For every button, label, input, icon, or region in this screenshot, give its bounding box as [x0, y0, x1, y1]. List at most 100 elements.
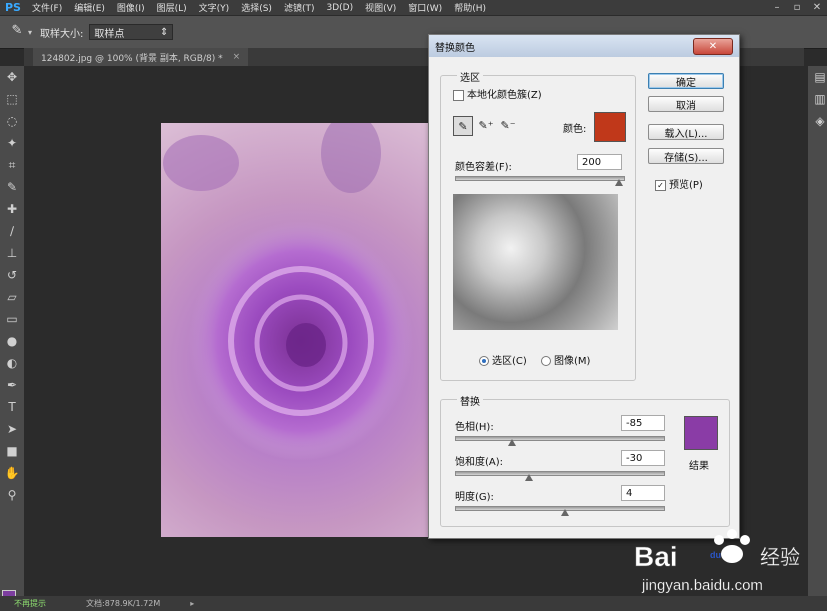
replace-color-dialog: 替换颜色 ✕ 选区 本地化颜色簇(Z) ✎ ✎⁺ ✎⁻ 颜色: 颜色容差(F):… — [428, 34, 740, 539]
type-tool-icon[interactable]: T — [0, 396, 24, 418]
hue-slider-track[interactable] — [455, 436, 665, 441]
selected-color-swatch[interactable] — [594, 112, 626, 142]
hue-input[interactable]: -85 — [621, 415, 665, 431]
selection-group: 选区 本地化颜色簇(Z) ✎ ✎⁺ ✎⁻ 颜色: 颜色容差(F): 200 选区… — [440, 69, 636, 381]
healing-brush-icon[interactable]: ✚ — [0, 198, 24, 220]
radio-selection-label: 选区(C) — [492, 356, 527, 367]
hand-tool-icon[interactable]: ✋ — [0, 462, 24, 484]
dodge-tool-icon[interactable]: ◐ — [0, 352, 24, 374]
maximize-icon[interactable]: ▫ — [787, 0, 807, 15]
layers-panel-icon[interactable]: ◈ — [808, 110, 827, 132]
brush-tool-icon[interactable]: ∕ — [0, 220, 24, 242]
marquee-tool-icon[interactable]: ⬚ — [0, 88, 24, 110]
radio-image-label: 图像(M) — [554, 356, 591, 367]
fuzziness-slider-thumb[interactable] — [615, 179, 623, 186]
watermark-graphic: du Bai 经验 jingyan.baidu.com — [634, 529, 800, 594]
minimize-icon[interactable]: – — [767, 0, 787, 15]
lightness-slider-track[interactable] — [455, 506, 665, 511]
eyedropper-subtract-icon[interactable]: ✎⁻ — [499, 116, 517, 134]
properties-panel-icon[interactable]: ▥ — [808, 88, 827, 110]
saturation-slider-track[interactable] — [455, 471, 665, 476]
cancel-button[interactable]: 取消 — [648, 96, 724, 112]
eraser-tool-icon[interactable]: ▱ — [0, 286, 24, 308]
saturation-slider-thumb[interactable] — [525, 474, 533, 481]
preview-check-box[interactable]: ✓ — [655, 179, 666, 191]
menu-image[interactable]: 图像(I) — [111, 1, 151, 14]
localized-clusters-checkbox[interactable]: 本地化颜色簇(Z) — [453, 86, 542, 101]
lightness-input[interactable]: 4 — [621, 485, 665, 501]
saturation-input[interactable]: -30 — [621, 450, 665, 466]
pen-tool-icon[interactable]: ✒ — [0, 374, 24, 396]
sample-size-label: 取样大小: — [40, 28, 84, 40]
zoom-tool-icon[interactable]: ⚲ — [0, 484, 24, 506]
status-menu-arrow-icon[interactable]: ▸ — [190, 599, 194, 608]
load-button[interactable]: 载入(L)... — [648, 124, 724, 140]
move-tool-icon[interactable]: ✥ — [0, 66, 24, 88]
chevron-down-icon: ⇕ — [160, 26, 169, 38]
history-panel-icon[interactable]: ▤ — [808, 66, 827, 88]
sample-size-select[interactable]: 取样点 ⇕ — [89, 24, 174, 40]
menu-file[interactable]: 文件(F) — [26, 1, 68, 14]
status-left-text: 不再提示 — [14, 599, 46, 608]
fuzziness-value: 200 — [582, 156, 602, 168]
eyedropper-sample-icon[interactable]: ✎ — [453, 116, 473, 136]
selection-preview — [453, 194, 618, 330]
lightness-slider-thumb[interactable] — [561, 509, 569, 516]
blur-tool-icon[interactable]: ● — [0, 330, 24, 352]
lightness-label: 明度(G): — [455, 492, 494, 503]
panel-dock: ▤ ▥ ◈ — [808, 66, 827, 596]
menu-window[interactable]: 窗口(W) — [402, 1, 448, 14]
hue-slider-thumb[interactable] — [508, 439, 516, 446]
radio-selection[interactable]: 选区(C) — [479, 352, 527, 367]
menu-type[interactable]: 文字(Y) — [193, 1, 236, 14]
history-brush-icon[interactable]: ↺ — [0, 264, 24, 286]
crop-tool-icon[interactable]: ⌗ — [0, 154, 24, 176]
menu-help[interactable]: 帮助(H) — [448, 1, 492, 14]
radio-image[interactable]: 图像(M) — [541, 352, 590, 367]
document-tab-title: 124802.jpg @ 100% (背景 副本, RGB/8) * — [41, 53, 223, 64]
menu-3d[interactable]: 3D(D) — [320, 3, 359, 13]
menu-select[interactable]: 选择(S) — [235, 1, 278, 14]
menu-view[interactable]: 视图(V) — [359, 1, 402, 14]
tool-preset-chevron-icon[interactable]: ▾ — [28, 28, 32, 37]
eyedropper-icon[interactable]: ✎ — [0, 176, 24, 198]
gradient-tool-icon[interactable]: ▭ — [0, 308, 24, 330]
lasso-tool-icon[interactable]: ◌ — [0, 110, 24, 132]
tools-panel: ✥ ⬚ ◌ ✦ ⌗ ✎ ✚ ∕ ⊥ ↺ ▱ ▭ ● ◐ ✒ T ➤ ■ ✋ ⚲ — [0, 66, 24, 611]
preview-checkbox[interactable]: ✓ 预览(P) — [655, 176, 703, 191]
color-label: 颜色: — [563, 124, 587, 135]
ok-button[interactable]: 确定 — [648, 73, 724, 89]
baidu-jingyan-watermark: du Bai 经验 jingyan.baidu.com — [632, 520, 822, 600]
localized-clusters-label: 本地化颜色簇(Z) — [467, 90, 542, 101]
eyedropper-tool-icon[interactable]: ✎ — [8, 23, 26, 41]
document-canvas[interactable] — [161, 123, 429, 537]
saturation-label: 饱和度(A): — [455, 457, 504, 468]
dialog-close-button[interactable]: ✕ — [693, 38, 733, 55]
menu-layer[interactable]: 图层(L) — [151, 1, 193, 14]
radio-image-dot[interactable] — [541, 356, 551, 366]
sample-size-value: 取样点 — [94, 28, 125, 40]
fuzziness-input[interactable]: 200 — [577, 154, 622, 170]
result-color-swatch[interactable] — [684, 416, 718, 450]
path-select-icon[interactable]: ➤ — [0, 418, 24, 440]
watermark-url: jingyan.baidu.com — [641, 577, 763, 594]
close-tab-icon[interactable]: × — [233, 52, 241, 62]
document-info: 文档:878.9K/1.72M — [86, 599, 161, 608]
hue-value: -85 — [626, 417, 643, 429]
app-logo: PS — [5, 1, 21, 14]
menu-edit[interactable]: 编辑(E) — [68, 1, 111, 14]
eyedropper-add-icon[interactable]: ✎⁺ — [477, 116, 495, 134]
shape-tool-icon[interactable]: ■ — [0, 440, 24, 462]
localized-clusters-check-box[interactable] — [453, 89, 464, 101]
close-window-icon[interactable]: ✕ — [807, 0, 827, 15]
menu-filter[interactable]: 滤镜(T) — [278, 1, 321, 14]
save-button[interactable]: 存储(S)... — [648, 148, 724, 164]
clone-stamp-icon[interactable]: ⊥ — [0, 242, 24, 264]
document-tab[interactable]: 124802.jpg @ 100% (背景 副本, RGB/8) * × — [33, 48, 249, 66]
fuzziness-label: 颜色容差(F): — [455, 162, 512, 173]
fuzziness-slider-track[interactable] — [455, 176, 625, 181]
quick-select-tool-icon[interactable]: ✦ — [0, 132, 24, 154]
menu-bar: PS 文件(F) 编辑(E) 图像(I) 图层(L) 文字(Y) 选择(S) 滤… — [0, 0, 827, 15]
radio-selection-dot[interactable] — [479, 356, 489, 366]
preview-label: 预览(P) — [669, 180, 703, 191]
